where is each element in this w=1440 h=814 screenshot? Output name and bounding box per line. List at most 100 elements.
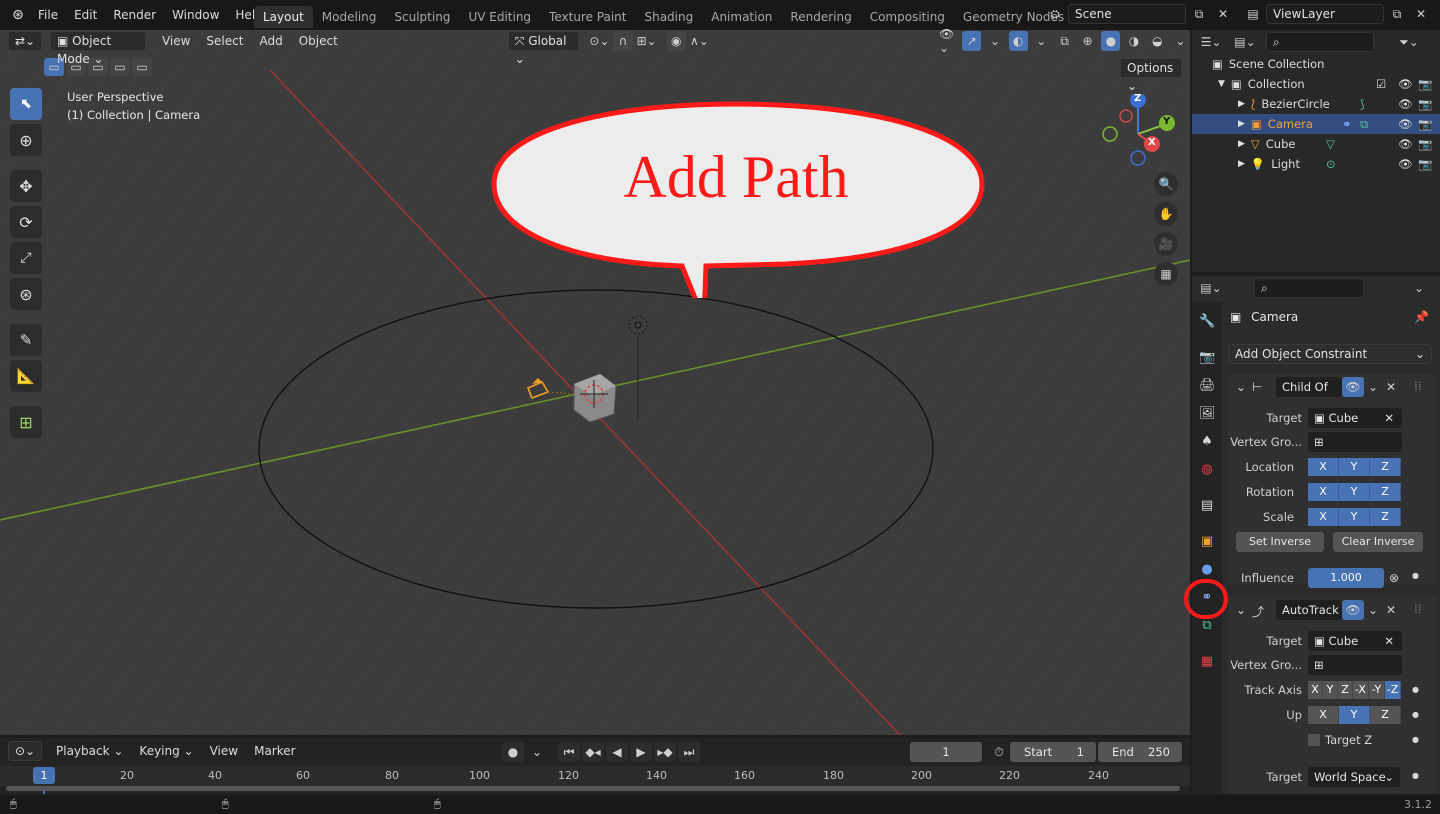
- blender-logo-icon[interactable]: ⊛: [6, 7, 30, 23]
- eye-icon[interactable]: 👁: [1398, 157, 1413, 171]
- autotrack-name-field[interactable]: AutoTrack: [1276, 600, 1342, 620]
- tab-texture-paint[interactable]: Texture Paint: [540, 6, 635, 28]
- scene-tab-icon[interactable]: ♠: [1199, 434, 1215, 450]
- constraints-tab-icon[interactable]: ⚭: [1199, 590, 1215, 606]
- add-cube-tool-button[interactable]: ⊞: [10, 406, 42, 438]
- outliner-row-beziercircle[interactable]: ▶ ⟅ BezierCircle ⟆ 👁 📷: [1192, 94, 1440, 114]
- annotate-tool-button[interactable]: ✎: [10, 324, 42, 356]
- outliner-row-collection[interactable]: ▼ ▣ Collection ☑ 👁 📷: [1192, 74, 1440, 94]
- view-layer-tab-icon[interactable]: 🖼: [1199, 406, 1216, 422]
- tool-tab-icon[interactable]: 🔧: [1199, 314, 1215, 330]
- child-of-name-field[interactable]: Child Of: [1276, 377, 1342, 397]
- eye-icon[interactable]: 👁: [1398, 137, 1413, 151]
- mode-dropdown[interactable]: ▣ Object Mode ⌄: [50, 31, 146, 66]
- gizmo-toggle-icon[interactable]: ↗: [962, 31, 982, 51]
- tab-layout[interactable]: Layout: [254, 6, 313, 28]
- select-invert-icon[interactable]: ▭: [110, 58, 130, 76]
- transform-tool-button[interactable]: ⊛: [10, 278, 42, 310]
- filter-icon[interactable]: ⏷⌄: [1398, 32, 1420, 52]
- timeline-editor-type-dropdown[interactable]: ⊙⌄: [8, 741, 42, 761]
- outliner-row-light[interactable]: ▶ 💡 Light ⊙ 👁 📷: [1192, 154, 1440, 174]
- marker-menu[interactable]: Marker: [248, 741, 301, 761]
- jump-start-icon[interactable]: ⏮: [558, 742, 580, 762]
- tab-animation[interactable]: Animation: [702, 6, 781, 28]
- output-tab-icon[interactable]: 🖨: [1199, 378, 1216, 394]
- location-axes-toggle[interactable]: X Y Z: [1308, 458, 1401, 476]
- eye-icon[interactable]: 👁: [1398, 77, 1413, 91]
- location-z-toggle[interactable]: Z: [1370, 458, 1401, 476]
- outliner-row-scene-collection[interactable]: ▣ Scene Collection: [1192, 54, 1440, 74]
- render-camera-icon[interactable]: 📷: [1418, 97, 1432, 111]
- rotation-x-toggle[interactable]: X: [1308, 483, 1339, 501]
- scale-axes-toggle[interactable]: X Y Z: [1308, 508, 1401, 526]
- scene-selector-icon[interactable]: ⛭: [1044, 4, 1066, 24]
- track-axis-x[interactable]: X: [1308, 681, 1323, 699]
- navigation-gizmo[interactable]: [1098, 94, 1178, 174]
- 3d-viewport[interactable]: Add Path User Perspective (1) Collection…: [0, 30, 1190, 735]
- render-tab-icon[interactable]: 📷: [1199, 350, 1215, 366]
- object-data-tab-icon[interactable]: ⧉: [1199, 618, 1215, 634]
- record-icon[interactable]: ●: [502, 742, 524, 762]
- view-layer-icon[interactable]: ▤: [1242, 4, 1264, 24]
- render-camera-icon[interactable]: 📷: [1418, 137, 1432, 151]
- autotrack-delete-icon[interactable]: ✕: [1380, 600, 1402, 620]
- editor-type-dropdown[interactable]: ⇄⌄: [8, 31, 42, 51]
- properties-options-icon[interactable]: ⌄: [1408, 278, 1430, 298]
- keyframe-dot-icon[interactable]: ●: [1412, 571, 1419, 580]
- scale-z-toggle[interactable]: Z: [1370, 508, 1401, 526]
- outliner-search-input[interactable]: ⌕: [1266, 32, 1374, 52]
- render-camera-icon[interactable]: 📷: [1418, 117, 1432, 131]
- visibility-icon[interactable]: 👁⌄: [939, 27, 958, 55]
- expand-arrow-icon[interactable]: ▶: [1238, 139, 1245, 149]
- delete-scene-icon[interactable]: ✕: [1212, 4, 1234, 24]
- expand-arrow-icon[interactable]: ▶: [1238, 159, 1245, 169]
- track-axis-z[interactable]: Z: [1338, 681, 1353, 699]
- rotate-tool-button[interactable]: ⟳: [10, 206, 42, 238]
- child-of-enable-eye-icon[interactable]: 👁: [1342, 377, 1364, 397]
- xray-icon[interactable]: ⧉: [1055, 31, 1074, 51]
- set-inverse-button[interactable]: Set Inverse: [1236, 532, 1324, 552]
- tab-compositing[interactable]: Compositing: [861, 6, 954, 28]
- stopwatch-icon[interactable]: ⏱: [988, 742, 1010, 762]
- shading-wireframe-icon[interactable]: ⊕: [1078, 31, 1097, 51]
- track-axis-selector[interactable]: X Y Z -X -Y -Z: [1308, 681, 1401, 699]
- shading-options-icon[interactable]: ⌄: [1171, 31, 1190, 51]
- jump-end-icon[interactable]: ⏭: [678, 742, 700, 762]
- drag-handle-icon[interactable]: ⁞⁞: [1414, 379, 1422, 393]
- child-of-delete-icon[interactable]: ✕: [1380, 377, 1402, 397]
- outliner-row-camera[interactable]: ▶ ▣ Camera ⚭ ⧉ 👁 📷: [1192, 114, 1440, 134]
- texture-tab-icon[interactable]: ▦: [1199, 654, 1215, 670]
- playhead-frame-badge[interactable]: 1: [33, 767, 55, 784]
- scale-x-toggle[interactable]: X: [1308, 508, 1339, 526]
- camera-view-icon[interactable]: 🎥: [1154, 232, 1178, 256]
- rotation-z-toggle[interactable]: Z: [1370, 483, 1401, 501]
- location-y-toggle[interactable]: Y: [1339, 458, 1370, 476]
- pivot-point-icon[interactable]: ⊙⌄: [589, 31, 609, 51]
- physics-tab-icon[interactable]: ●: [1199, 562, 1215, 578]
- child-of-vertex-group-field[interactable]: ⊞: [1308, 432, 1402, 452]
- autotrack-enable-eye-icon[interactable]: 👁: [1342, 600, 1364, 620]
- timeline-scrollbar[interactable]: [6, 786, 1180, 791]
- overlay-options-icon[interactable]: ⌄: [1032, 31, 1051, 51]
- shading-rendered-icon[interactable]: ◒: [1148, 31, 1167, 51]
- up-axis-z[interactable]: Z: [1370, 706, 1401, 724]
- transform-orientation-dropdown[interactable]: ⤧ Global ⌄: [507, 31, 580, 66]
- autotrack-target-field[interactable]: ▣ Cube ✕: [1308, 631, 1402, 651]
- menu-window[interactable]: Window: [164, 4, 227, 26]
- keyframe-dot-icon[interactable]: ●: [1412, 735, 1419, 744]
- tab-uv-editing[interactable]: UV Editing: [459, 6, 540, 28]
- clear-target-icon[interactable]: ✕: [1384, 631, 1394, 651]
- new-scene-icon[interactable]: ⧉: [1188, 4, 1210, 24]
- select-intersect-icon[interactable]: ▭: [132, 58, 152, 76]
- menu-view[interactable]: View: [156, 31, 196, 51]
- checkbox-icon[interactable]: ☑: [1376, 77, 1386, 91]
- overlay-toggle-icon[interactable]: ◐: [1008, 31, 1028, 51]
- new-view-layer-icon[interactable]: ⧉: [1386, 4, 1408, 24]
- options-dropdown[interactable]: Options ⌄: [1120, 58, 1182, 93]
- record-options-icon[interactable]: ⌄: [526, 742, 548, 762]
- menu-file[interactable]: File: [30, 4, 66, 26]
- play-reverse-icon[interactable]: ◀: [606, 742, 628, 762]
- proportional-edit-icon[interactable]: ◉: [666, 31, 686, 51]
- tab-rendering[interactable]: Rendering: [781, 6, 860, 28]
- select-tool-button[interactable]: ⬉: [10, 88, 42, 120]
